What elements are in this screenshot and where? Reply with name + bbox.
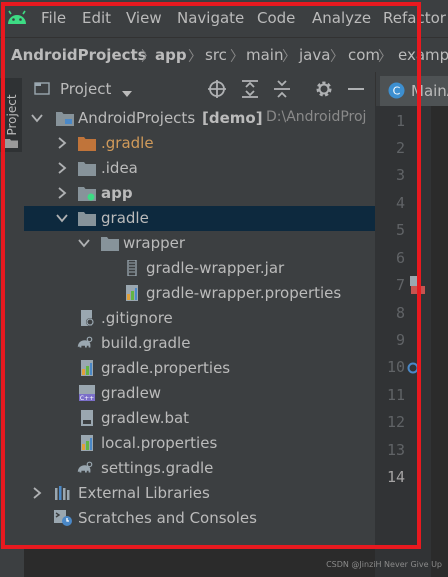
highlight-frame [1,2,421,549]
editor-content[interactable] [431,106,448,577]
watermark: CSDN @JinziH Never Give Up [326,560,442,569]
